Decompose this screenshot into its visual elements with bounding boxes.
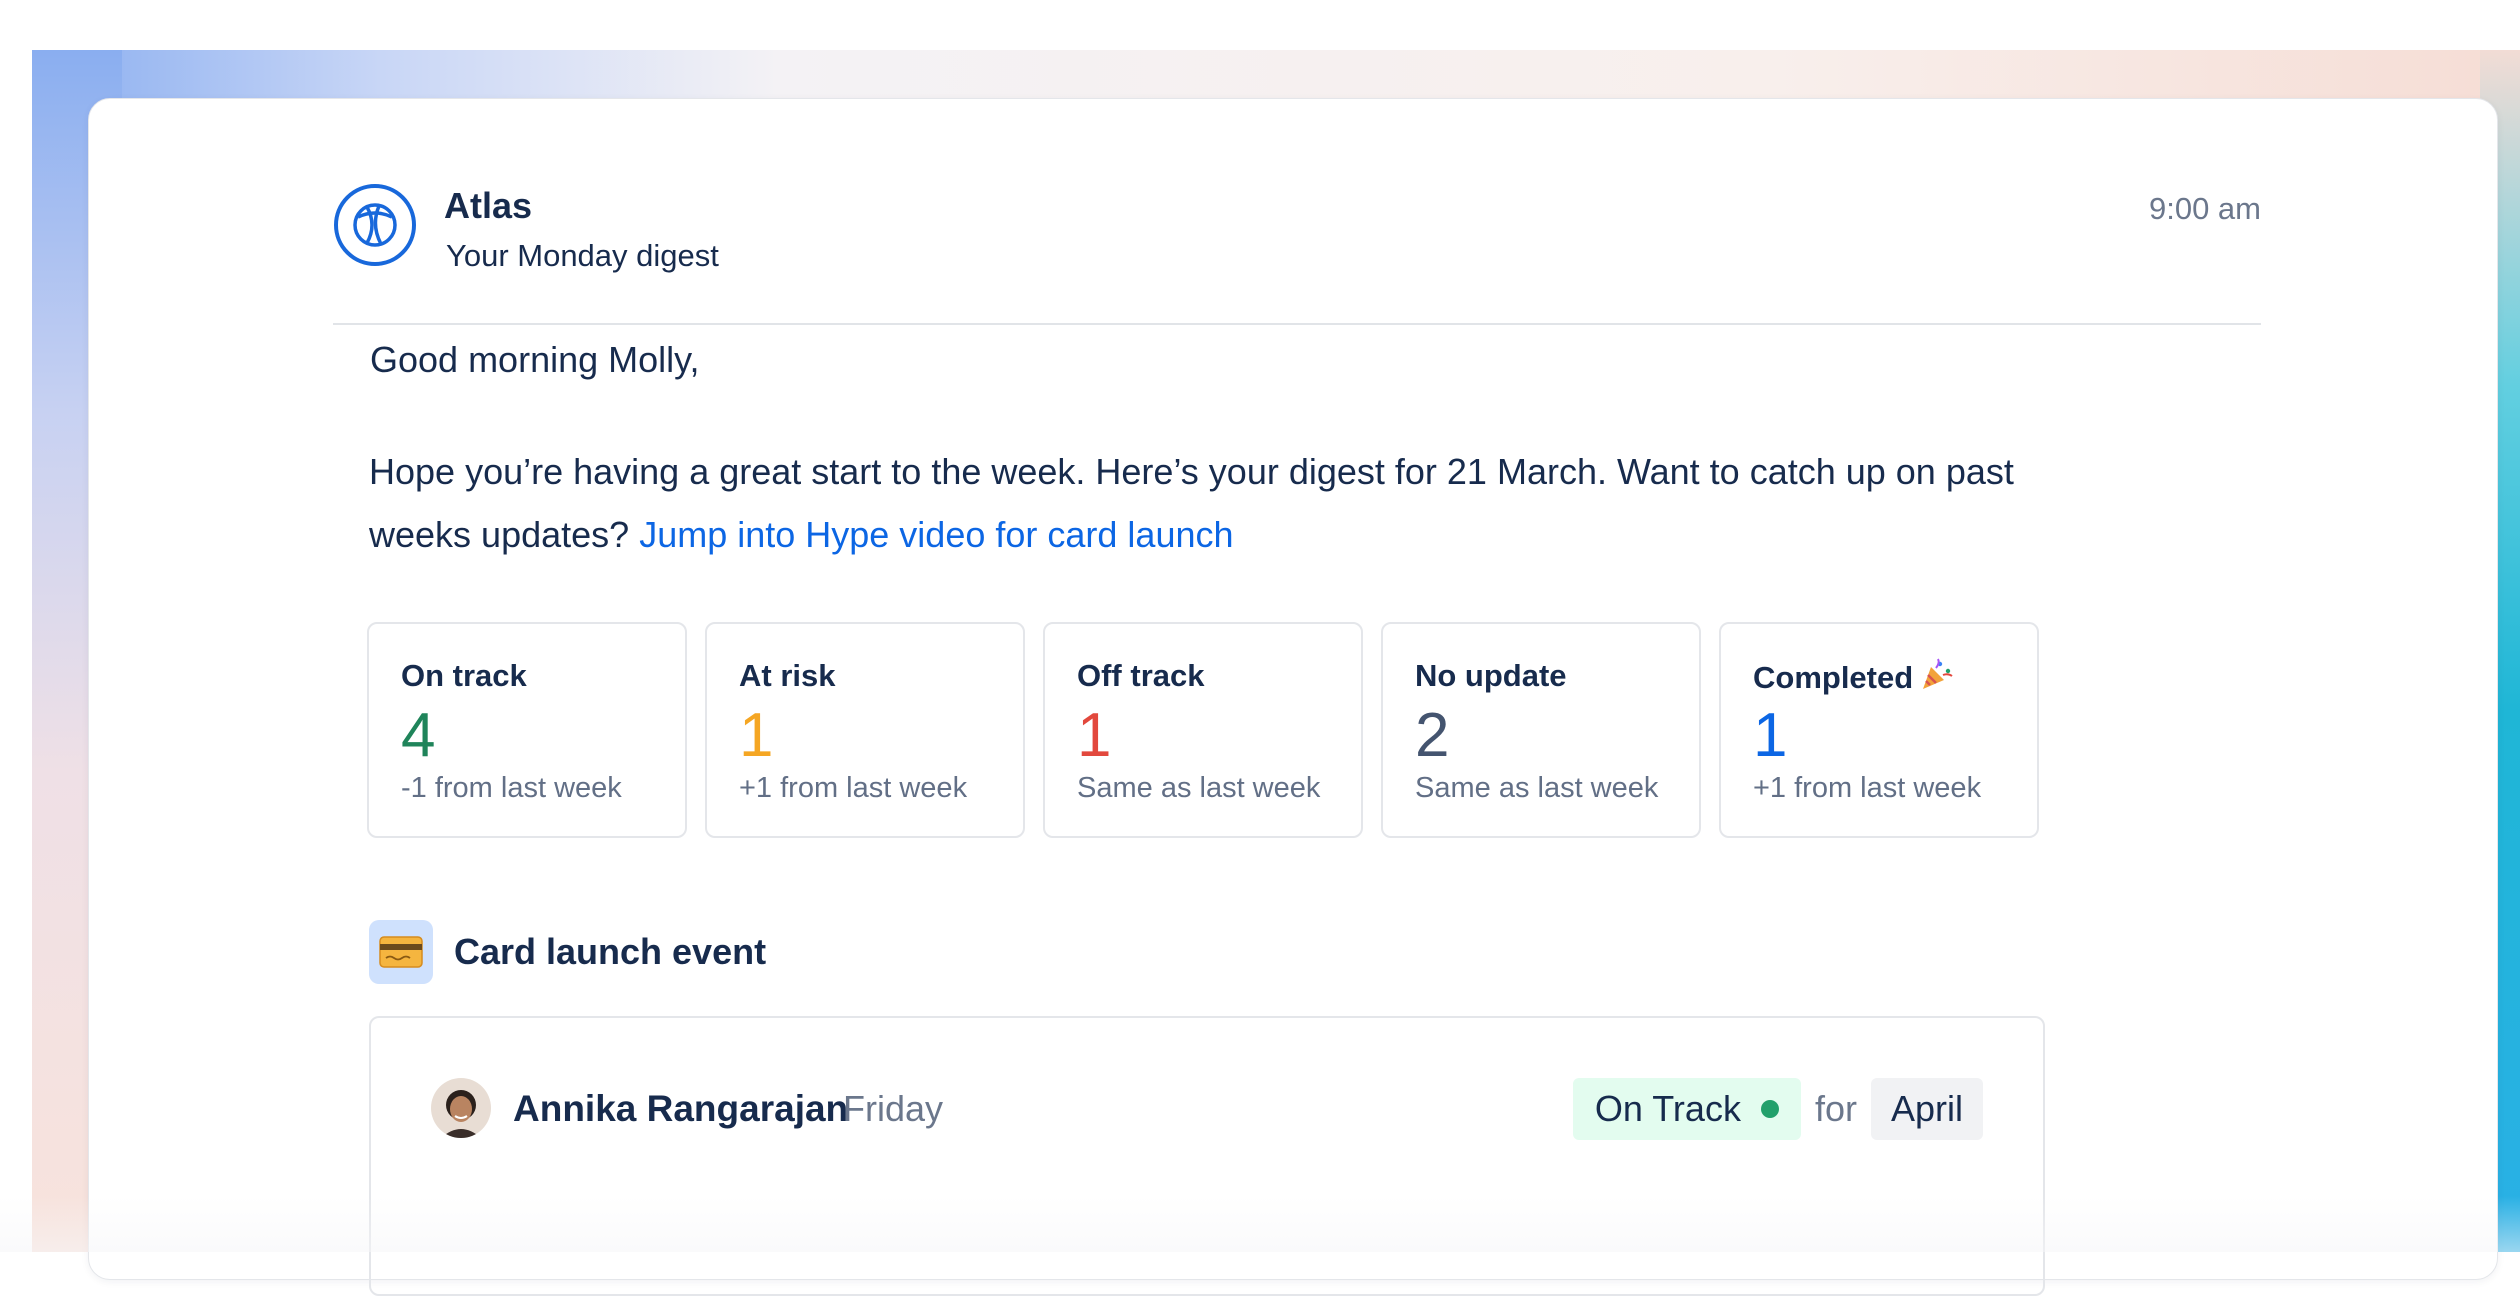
- stat-label: No update: [1415, 658, 1567, 693]
- status-label: On Track: [1594, 1088, 1741, 1129]
- author-name[interactable]: Annika Rangarajan: [513, 1088, 848, 1130]
- stat-off-track[interactable]: Off track 1 Same as last week: [1043, 622, 1363, 838]
- stat-label: Off track: [1077, 658, 1205, 693]
- update-day: Friday: [843, 1088, 944, 1129]
- stat-completed[interactable]: Completed 1 +1 from last week: [1719, 622, 2039, 838]
- stat-change: +1 from last week: [1753, 772, 1982, 804]
- stat-at-risk[interactable]: At risk 1 +1 from last week: [705, 622, 1025, 838]
- stat-label: At risk: [739, 658, 836, 693]
- status-group: On Track for April: [1572, 1078, 1983, 1140]
- atlas-logo-icon: [334, 184, 416, 266]
- stat-value: 1: [1753, 701, 1788, 770]
- app-name: Atlas: [444, 185, 533, 226]
- stat-label: On track: [401, 658, 527, 693]
- project-update-card[interactable]: Annika Rangarajan Friday On Track for Ap…: [369, 1016, 2045, 1296]
- status-dot-icon: [1760, 1100, 1779, 1118]
- stat-label-row: Completed: [1753, 658, 2037, 698]
- stat-on-track[interactable]: On track 4 -1 from last week: [367, 622, 687, 838]
- project-header[interactable]: Card launch event: [369, 920, 766, 984]
- stat-change: Same as last week: [1415, 772, 1659, 804]
- project-icon-tile: [369, 920, 433, 984]
- stat-value: 2: [1415, 701, 1450, 770]
- stat-value: 1: [739, 701, 774, 770]
- intro-paragraph: Hope you’re having a great start to the …: [369, 440, 2069, 566]
- sent-time: 9:00 am: [2148, 191, 2261, 226]
- stat-value: 1: [1077, 701, 1112, 770]
- status-summary: On track 4 -1 from last week At risk 1 +…: [367, 622, 2039, 838]
- greeting: Good morning Molly,: [370, 339, 700, 380]
- stat-no-update[interactable]: No update 2 Same as last week: [1381, 622, 1701, 838]
- hype-video-link[interactable]: Jump into Hype video for card launch: [639, 514, 1233, 555]
- stat-label: Completed: [1753, 660, 1914, 695]
- stat-change: -1 from last week: [401, 772, 622, 804]
- party-popper-icon: [1923, 658, 1953, 689]
- avatar: [431, 1078, 491, 1138]
- project-title: Card launch event: [454, 931, 767, 972]
- stat-value: 4: [401, 701, 436, 770]
- for-label: for: [1814, 1088, 1857, 1129]
- email-header: Atlas Your Monday digest 9:00 am: [333, 183, 2261, 325]
- status-badge[interactable]: On Track: [1572, 1078, 1801, 1140]
- digest-subtitle: Your Monday digest: [446, 238, 719, 273]
- stat-change: +1 from last week: [739, 772, 968, 804]
- period-badge[interactable]: April: [1870, 1078, 1983, 1140]
- stat-change: Same as last week: [1077, 772, 1321, 804]
- credit-card-icon: [379, 936, 423, 968]
